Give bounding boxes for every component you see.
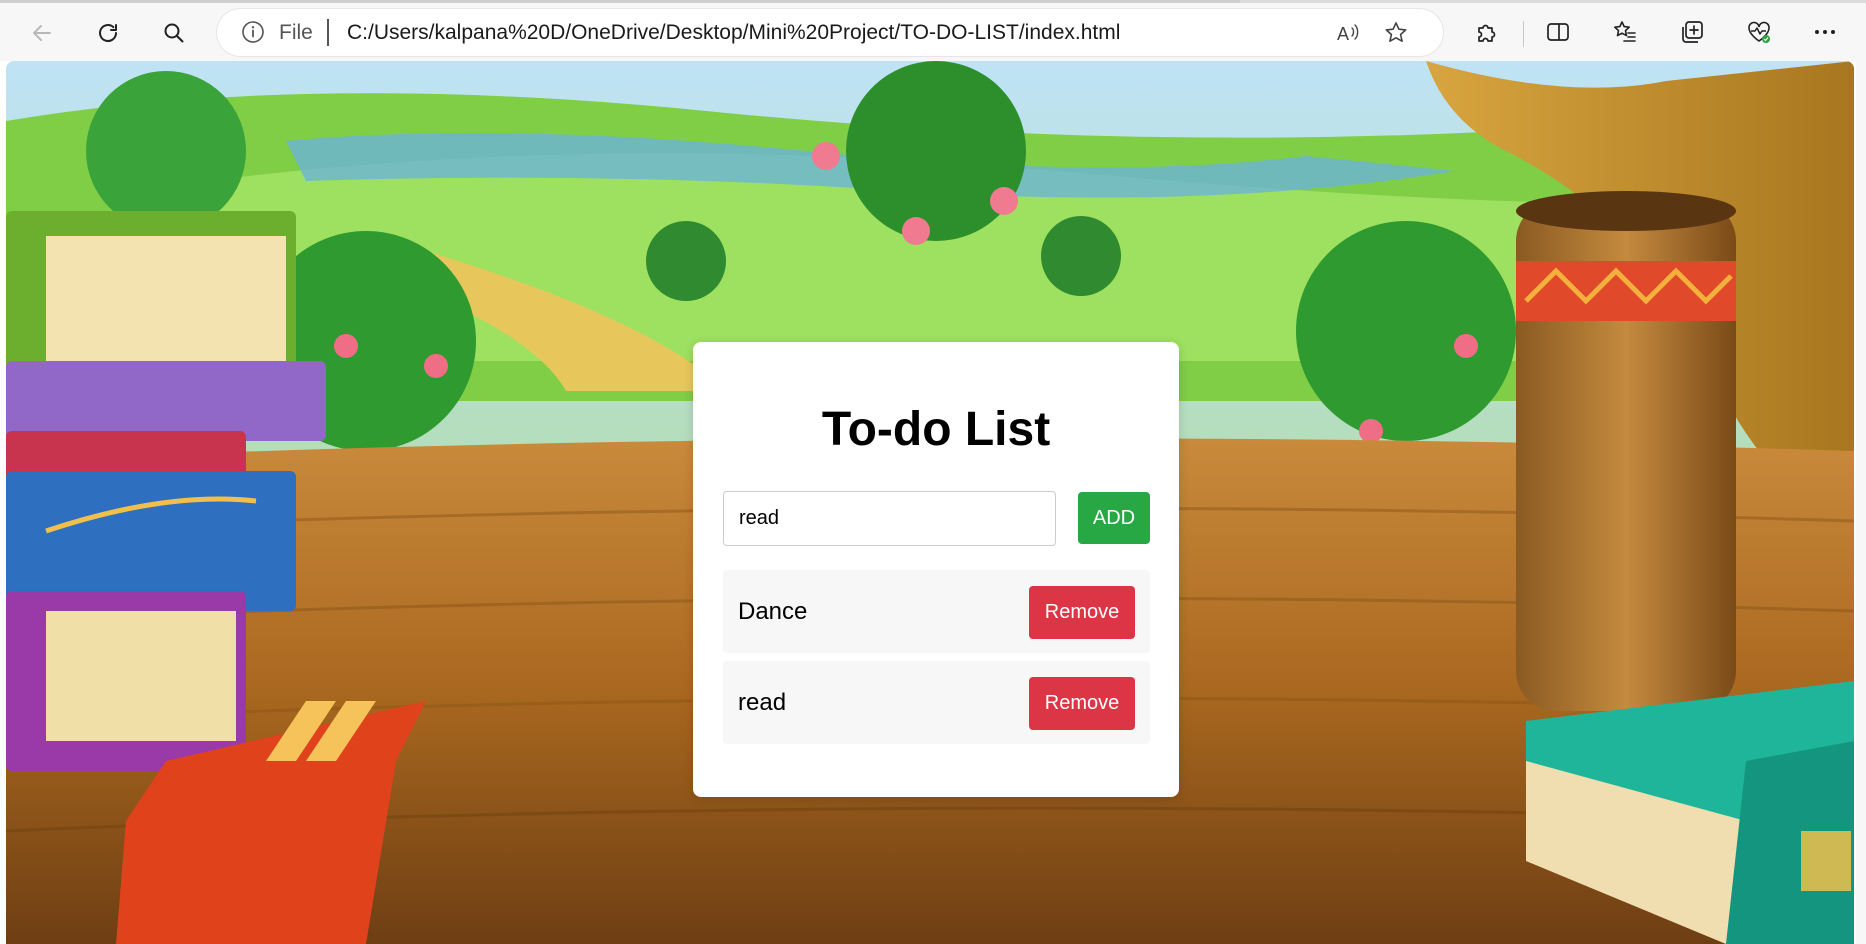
svg-text:A: A <box>1337 24 1349 44</box>
page-title: To-do List <box>821 403 1051 456</box>
scheme-label: File <box>279 21 313 44</box>
split-screen-button[interactable] <box>1541 15 1575 49</box>
browser-toolbar: File C:/Users/kalpana%20D/OneDrive/Deskt… <box>0 3 1866 61</box>
collections-icon <box>1682 21 1703 43</box>
favorites-button[interactable] <box>1608 15 1642 49</box>
puzzle-icon <box>1478 24 1496 42</box>
refresh-button[interactable] <box>88 13 128 53</box>
search-icon <box>164 23 184 43</box>
address-bar[interactable]: File C:/Users/kalpana%20D/OneDrive/Deskt… <box>217 9 1443 56</box>
list-item: Dance Remove <box>723 570 1150 653</box>
heart-pulse-icon <box>1748 21 1770 43</box>
url-text[interactable]: C:/Users/kalpana%20D/OneDrive/Desktop/Mi… <box>347 21 1120 45</box>
scrollbar[interactable] <box>1856 61 1866 944</box>
search-button[interactable] <box>154 13 194 53</box>
item-text: Dance <box>738 598 808 625</box>
extensions-button[interactable] <box>1470 15 1504 49</box>
task-input[interactable] <box>723 491 1056 546</box>
item-text: read <box>738 689 787 716</box>
performance-button[interactable] <box>1742 15 1776 49</box>
remove-button[interactable]: Remove <box>1029 586 1135 639</box>
address-separator <box>327 19 329 46</box>
remove-button[interactable]: Remove <box>1029 677 1135 730</box>
todo-card: To-do List ADD Dance Remove read Remove <box>693 342 1179 797</box>
split-screen-icon <box>1547 23 1569 41</box>
list-item: read Remove <box>723 661 1150 744</box>
more-button[interactable] <box>1808 15 1842 49</box>
info-icon[interactable] <box>241 20 265 44</box>
toolbar-divider <box>1523 21 1524 47</box>
star-icon[interactable] <box>1383 20 1409 46</box>
collections-button[interactable] <box>1675 15 1709 49</box>
back-button[interactable] <box>22 13 62 53</box>
refresh-icon <box>99 24 117 42</box>
add-button[interactable]: ADD <box>1078 492 1150 544</box>
todo-list: Dance Remove read Remove <box>723 570 1150 752</box>
page-viewport: To-do List ADD Dance Remove read Remove <box>6 61 1854 944</box>
more-dots-icon <box>1815 30 1835 34</box>
read-aloud-icon[interactable]: A <box>1335 20 1361 46</box>
favorites-list-icon <box>1614 21 1636 42</box>
back-arrow-icon <box>33 25 51 41</box>
